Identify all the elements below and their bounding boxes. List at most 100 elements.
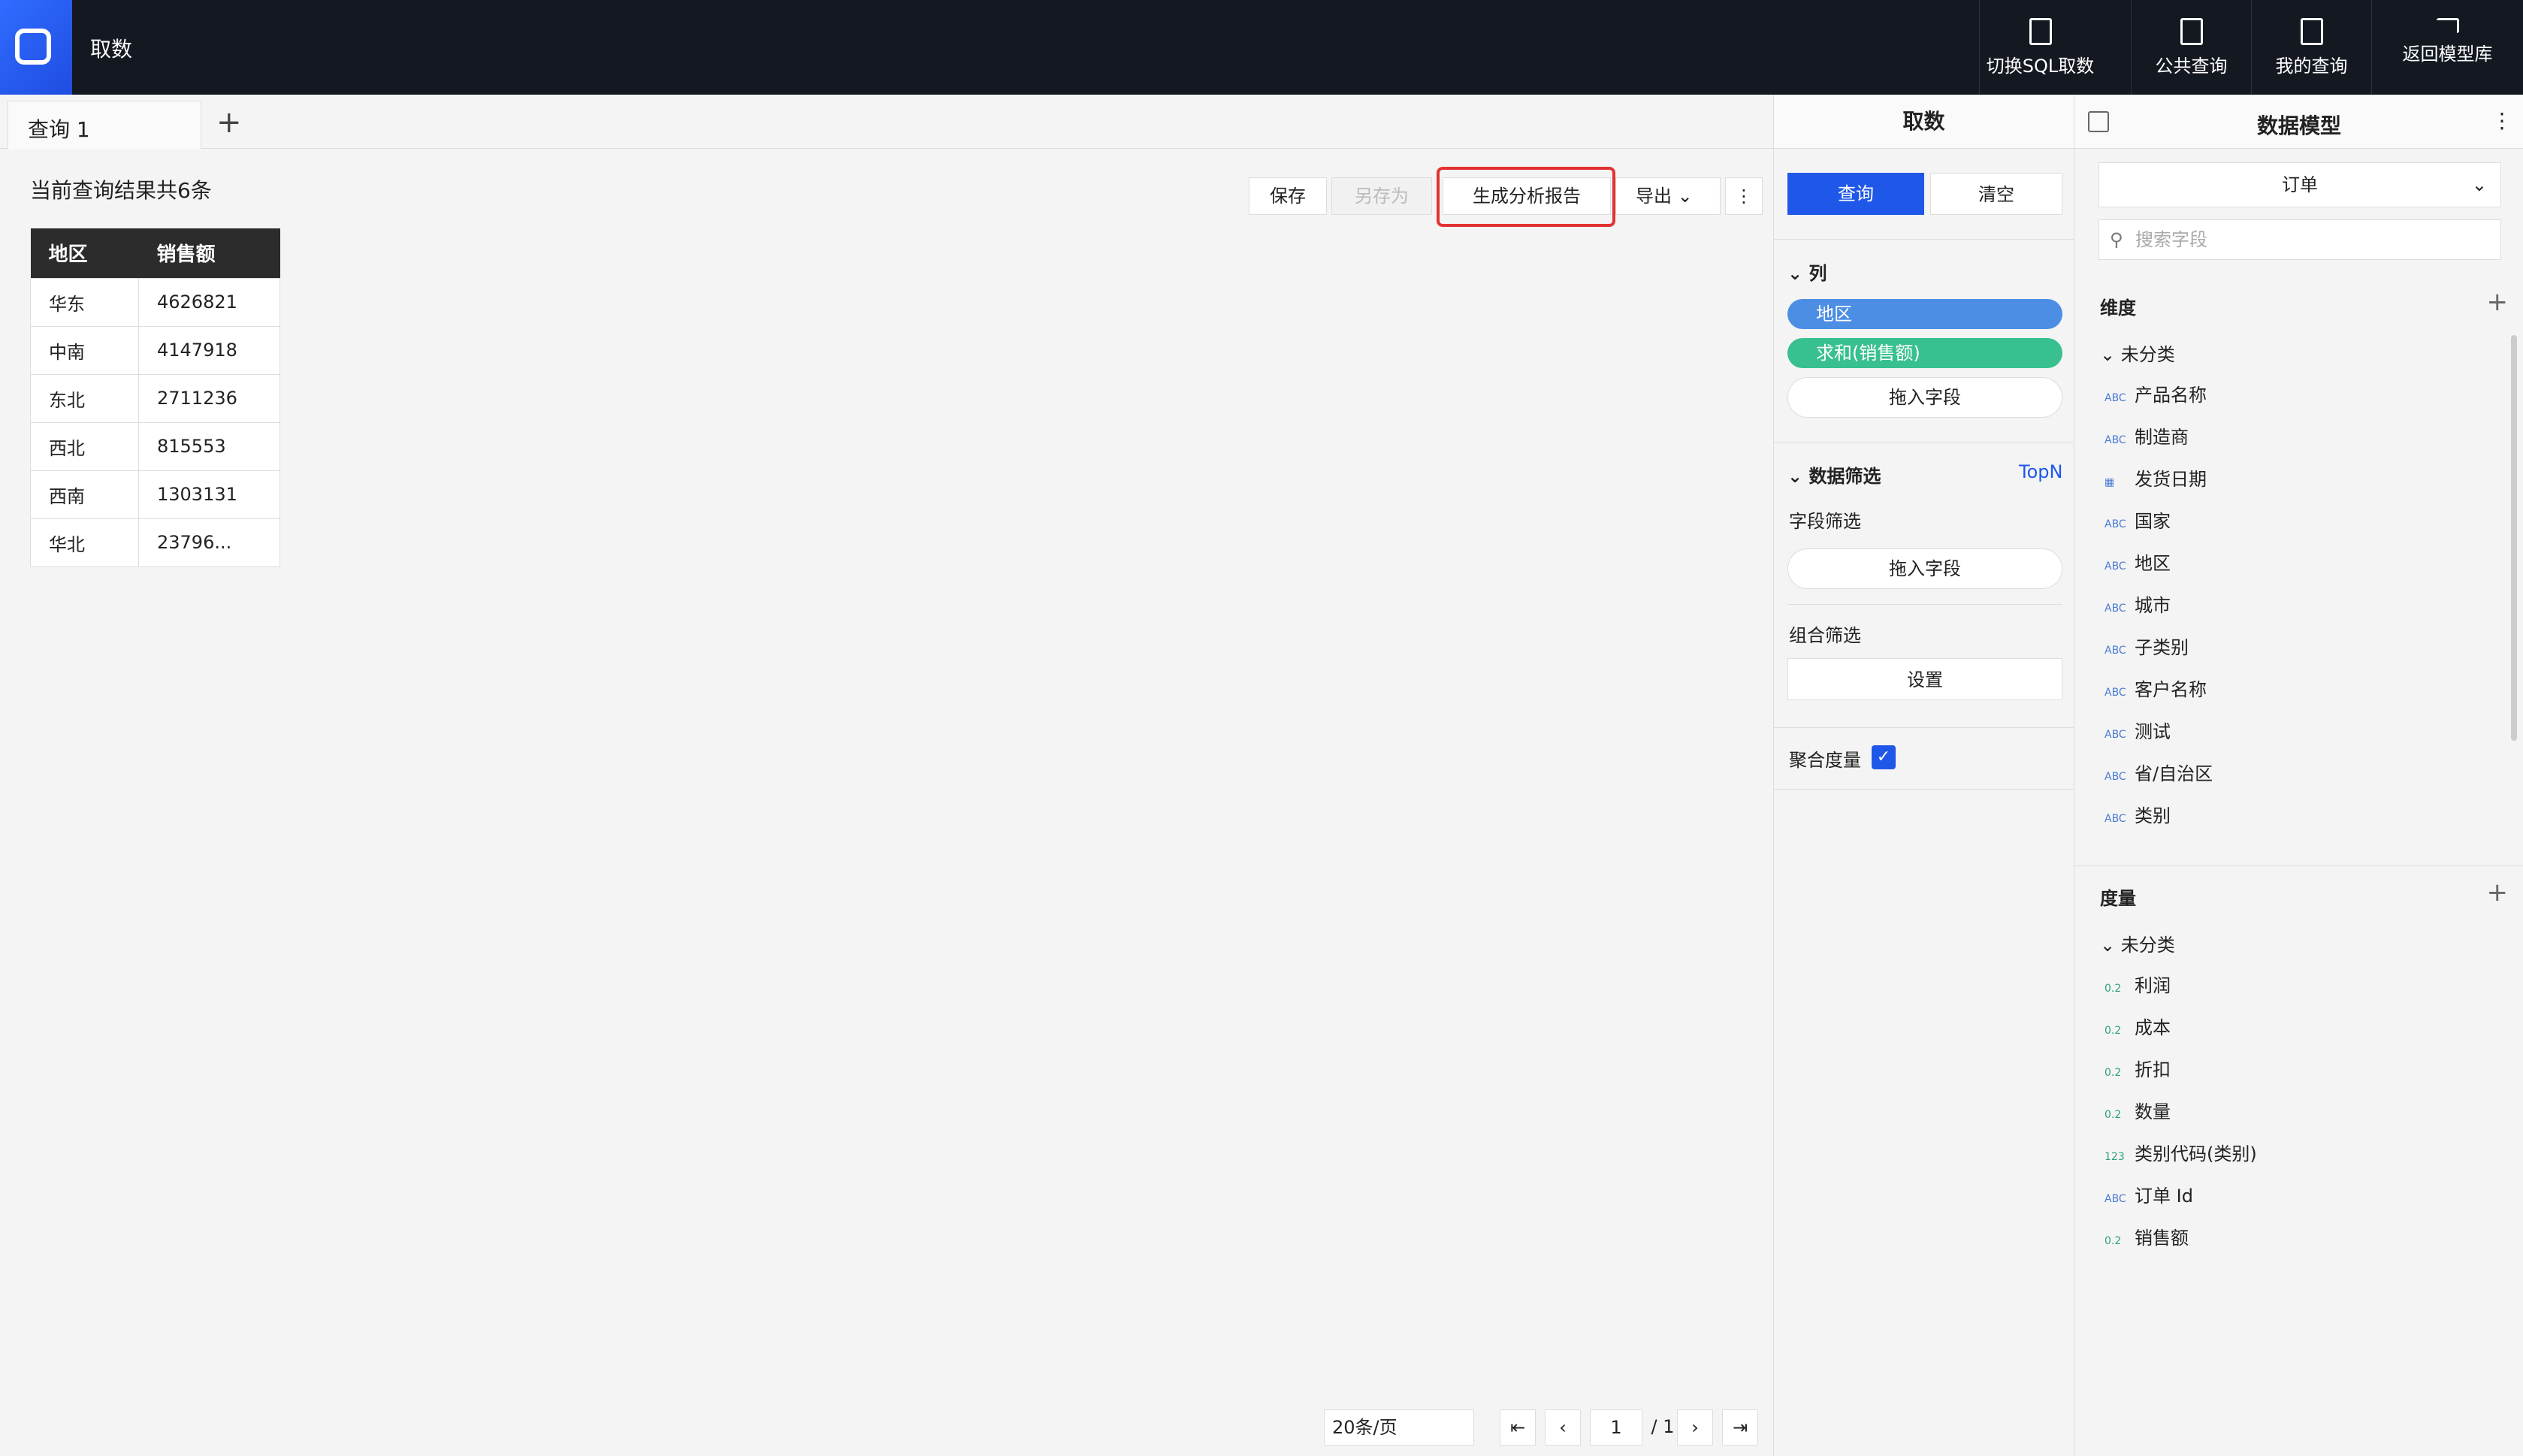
dimension-field[interactable]: ABC 地区 (2105, 548, 2171, 575)
table-row: 西南 1303131 (30, 470, 280, 519)
chevron-down-icon: ⌄ (1677, 186, 1693, 207)
dimension-field[interactable]: ABC 测试 (2105, 717, 2171, 743)
table-cell: 4626821 (138, 277, 280, 327)
dimension-field[interactable]: ABC 客户名称 (2105, 675, 2207, 701)
text-type-icon: ABC (2105, 434, 2126, 446)
dimension-field[interactable]: ABC 类别 (2105, 801, 2171, 827)
return-icon (2436, 18, 2459, 33)
page-size-label: 20条/页 (1332, 1417, 1397, 1438)
tab-query-1[interactable]: 查询 1 (8, 101, 201, 149)
dimension-field[interactable]: ABC 国家 (2105, 506, 2171, 533)
query-button[interactable]: 查询 (1787, 173, 1924, 215)
public-query-button[interactable]: 公共查询 (2131, 0, 2251, 95)
more-button[interactable]: ⋮ (1725, 177, 1763, 215)
dimension-field[interactable]: ▦ 发货日期 (2105, 464, 2207, 491)
export-button[interactable]: 导出 ⌄ (1615, 177, 1721, 215)
divider (1774, 442, 2074, 443)
my-query-button[interactable]: 我的查询 (2251, 0, 2371, 95)
table-cell: 华北 (30, 518, 139, 567)
dimension-field-label: 发货日期 (2135, 469, 2207, 490)
dimension-field[interactable]: ABC 子类别 (2105, 633, 2189, 659)
add-dimension-button[interactable]: + (2487, 287, 2509, 317)
add-tab-button[interactable]: + (216, 105, 242, 140)
number-type-icon: 0.2 (2105, 1109, 2122, 1121)
table-cell: 4147918 (138, 325, 280, 375)
drop-field-zone[interactable]: 拖入字段 (1787, 377, 2062, 418)
dimension-field[interactable]: ABC 产品名称 (2105, 380, 2207, 406)
measure-field[interactable]: 0.2 销售额 (2105, 1223, 2189, 1249)
dimension-group-label: 未分类 (2120, 344, 2175, 365)
fetch-panel-title: 取数 (1774, 95, 2074, 149)
back-model-label: 返回模型库 (2402, 44, 2493, 65)
text-type-icon: ABC (2105, 603, 2126, 615)
highlight-box (1437, 167, 1615, 227)
aggregate-checkbox[interactable]: ✓ (1872, 745, 1896, 769)
table-cell: 1303131 (138, 470, 280, 519)
search-field-input[interactable]: ⚲ 搜索字段 (2098, 219, 2501, 260)
dimension-field-label: 产品名称 (2135, 385, 2207, 406)
save-as-button[interactable]: 另存为 (1331, 177, 1432, 215)
column-header: 地区 (30, 228, 139, 278)
model-select[interactable]: 订单 ⌄ (2098, 162, 2501, 207)
set-combo-filter-button[interactable]: 设置 (1787, 658, 2062, 700)
table-row: 华东 4626821 (30, 277, 280, 327)
calendar-icon: ▦ (2105, 476, 2115, 488)
measure-field[interactable]: 0.2 数量 (2105, 1097, 2171, 1123)
measure-field[interactable]: 0.2 利润 (2105, 971, 2171, 997)
switch-sql-label: 切换SQL取数 (1986, 56, 2095, 77)
filter-section[interactable]: ⌄ 数据筛选 (1787, 461, 1881, 488)
table-cell: 815553 (138, 421, 280, 471)
column-pill-region[interactable]: 地区 (1787, 299, 2062, 329)
measure-field[interactable]: 123 类别代码(类别) (2105, 1139, 2257, 1165)
scrollbar[interactable] (2511, 335, 2517, 741)
combo-filter-label: 组合筛选 (1789, 625, 1861, 646)
number-type-icon: ABC (2105, 1193, 2126, 1205)
measure-field[interactable]: ABC 订单 Id (2105, 1181, 2193, 1207)
back-model-button[interactable]: 返回模型库 (2371, 0, 2523, 95)
measure-field-label: 订单 Id (2135, 1186, 2193, 1207)
dimension-field[interactable]: ABC 城市 (2105, 591, 2171, 617)
next-page-button[interactable]: › (1677, 1409, 1713, 1445)
more-icon: ⋮ (1735, 186, 1753, 207)
public-query-label: 公共查询 (2155, 56, 2228, 77)
page-size-select[interactable]: 20条/页 (1324, 1409, 1474, 1445)
dimension-field-label: 客户名称 (2135, 679, 2207, 700)
measure-field-label: 成本 (2135, 1017, 2171, 1038)
measure-group[interactable]: ⌄ 未分类 (2100, 930, 2175, 956)
dimension-field-label: 城市 (2135, 595, 2171, 616)
dimension-field[interactable]: ABC 省/自治区 (2105, 759, 2213, 785)
app-logo[interactable] (0, 0, 72, 95)
last-page-button[interactable]: ⇥ (1722, 1409, 1758, 1445)
add-measure-button[interactable]: + (2487, 878, 2509, 908)
number-type-icon: 0.2 (2105, 983, 2122, 995)
topn-link[interactable]: TopN (2019, 461, 2062, 482)
prev-page-button[interactable]: ‹ (1545, 1409, 1581, 1445)
result-summary: 当前查询结果共6条 (30, 178, 212, 203)
dimension-field-label: 子类别 (2135, 637, 2189, 658)
page-input[interactable]: 1 (1590, 1409, 1642, 1445)
clear-button[interactable]: 清空 (1930, 173, 2062, 215)
measure-field[interactable]: 0.2 折扣 (2105, 1055, 2171, 1081)
more-icon[interactable]: ⋮ (2491, 108, 2512, 133)
divider (1774, 727, 2074, 728)
measure-field-label: 类别代码(类别) (2135, 1143, 2257, 1164)
text-type-icon: ABC (2105, 392, 2126, 404)
filter-drop-zone[interactable]: 拖入字段 (1787, 548, 2062, 589)
switch-sql-button[interactable]: 切换SQL取数 (1979, 0, 2101, 95)
document-search-icon (2180, 18, 2203, 45)
dimension-group[interactable]: ⌄ 未分类 (2100, 340, 2175, 366)
text-type-icon: ABC (2105, 729, 2126, 741)
columns-section[interactable]: ⌄ 列 (1787, 258, 1827, 285)
measure-field[interactable]: 0.2 成本 (2105, 1013, 2171, 1039)
save-button[interactable]: 保存 (1249, 177, 1327, 215)
app-title: 取数 (90, 37, 133, 62)
table-cell: 中南 (30, 325, 139, 375)
aggregate-label: 聚合度量 (1789, 750, 1861, 771)
result-table: 地区 销售额 华东 4626821 中南 4147918 东北 2711236 西北 81… (30, 228, 280, 567)
column-pill-sales-sum[interactable]: 求和(销售额) (1787, 338, 2062, 368)
number-type-icon: 123 (2105, 1151, 2125, 1163)
divider (1774, 789, 2074, 790)
document-search-icon (2300, 18, 2323, 45)
dimension-field[interactable]: ABC 制造商 (2105, 422, 2189, 449)
first-page-button[interactable]: ⇤ (1500, 1409, 1536, 1445)
